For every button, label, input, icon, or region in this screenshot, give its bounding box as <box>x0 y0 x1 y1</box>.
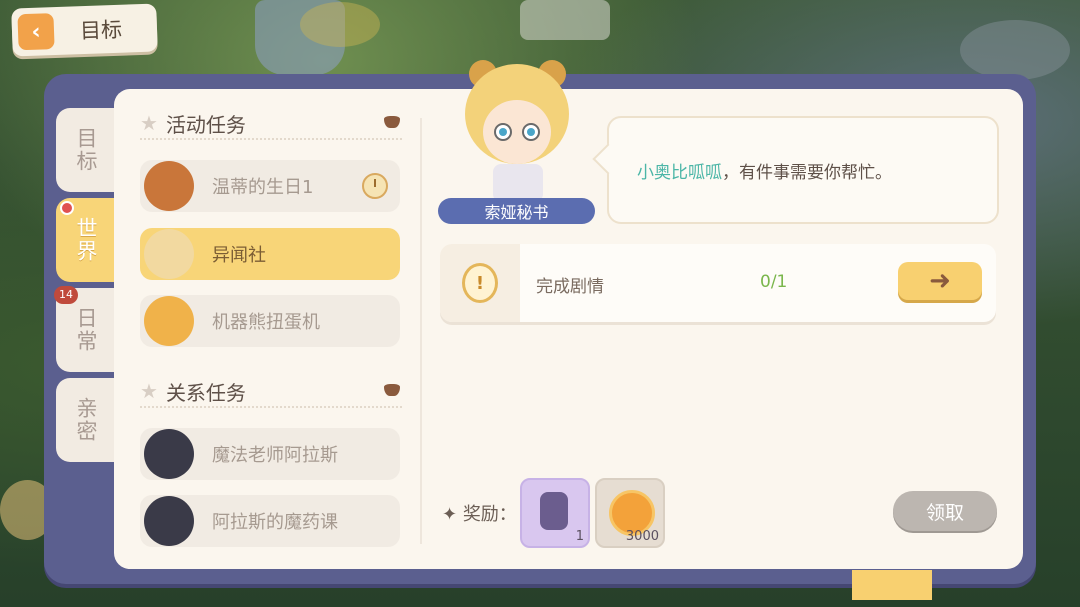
npc-name-tag: 索娅秘书 <box>438 198 595 224</box>
avatar <box>144 496 194 546</box>
tab-daily[interactable]: 14 日常 <box>54 286 116 372</box>
back-button[interactable]: ‹ 目标 <box>11 3 158 57</box>
task-item-robot-bear-gacha[interactable]: 机器熊扭蛋机 <box>140 295 400 347</box>
tab-label: 世界 <box>74 217 98 263</box>
task-name: 魔法老师阿拉斯 <box>212 445 338 466</box>
npc-portrait <box>465 60 569 202</box>
task-name: 机器熊扭蛋机 <box>212 312 320 333</box>
task-item-potion-class[interactable]: 阿拉斯的魔药课 <box>140 495 400 547</box>
task-name: 异闻社 <box>212 245 266 266</box>
task-name: 阿拉斯的魔药课 <box>212 512 338 533</box>
arrow-right-icon: ➜ <box>929 266 951 296</box>
objective-progress: 0/1 <box>760 272 788 292</box>
lightbulb-icon: ! <box>462 263 498 303</box>
tab-intimacy[interactable]: 亲密 <box>56 378 116 462</box>
flower-decoration <box>300 2 380 47</box>
count-badge: 14 <box>54 286 78 304</box>
doll-reward-icon <box>540 492 568 530</box>
avatar <box>144 161 194 211</box>
task-name: 温蒂的生日1 <box>212 177 314 198</box>
section-title: 活动任务 <box>165 112 246 137</box>
reward-count: 1 <box>575 529 584 544</box>
clock-icon <box>362 173 388 199</box>
collapse-icon[interactable] <box>384 384 400 396</box>
reward-item-coin[interactable]: 3000 <box>595 478 665 548</box>
task-item-wendy-birthday[interactable]: 温蒂的生日1 <box>140 160 400 212</box>
building-decoration <box>520 0 610 40</box>
back-arrow-icon: ‹ <box>17 13 55 51</box>
go-button[interactable]: ➜ <box>898 262 982 300</box>
star-icon: ★ <box>140 379 158 403</box>
objective-icon-cell: ! <box>440 244 520 322</box>
tab-label: 亲密 <box>74 397 98 443</box>
dialogue-highlight: 小奥比呱呱 <box>637 163 722 183</box>
avatar <box>144 296 194 346</box>
task-item-magic-teacher[interactable]: 魔法老师阿拉斯 <box>140 428 400 480</box>
reward-label: ✦ 奖励： <box>442 504 517 525</box>
star-icon: ★ <box>140 111 158 135</box>
task-item-strange-news[interactable]: 异闻社 <box>140 228 400 280</box>
section-title: 关系任务 <box>165 380 246 405</box>
ribbon-decoration <box>852 570 932 600</box>
objective-row: ! 完成剧情 0/1 ➜ <box>440 244 996 322</box>
dialogue-bubble: 小奥比呱呱，有件事需要你帮忙。 <box>607 116 999 224</box>
collapse-icon[interactable] <box>384 116 400 128</box>
reward-item-doll[interactable]: 1 <box>520 478 590 548</box>
tab-goal[interactable]: 目标 <box>56 108 116 192</box>
tab-world[interactable]: 世界 <box>56 198 116 282</box>
notification-dot <box>60 201 74 215</box>
claim-button[interactable]: 领取 <box>893 491 997 531</box>
objective-label: 完成剧情 <box>536 277 604 297</box>
reward-count: 3000 <box>625 529 659 544</box>
panel-divider <box>420 118 422 544</box>
avatar <box>144 429 194 479</box>
tab-label: 目标 <box>74 127 98 173</box>
activity-section-header[interactable]: ★ 活动任务 <box>140 108 402 140</box>
tab-label: 日常 <box>74 307 98 353</box>
rock-decoration <box>960 20 1070 80</box>
relation-section-header[interactable]: ★ 关系任务 <box>140 376 402 408</box>
dialogue-rest: ，有件事需要你帮忙。 <box>722 163 892 183</box>
avatar <box>144 229 194 279</box>
dialogue-text: 小奥比呱呱，有件事需要你帮忙。 <box>637 158 892 183</box>
back-label: 目标 <box>79 17 123 44</box>
